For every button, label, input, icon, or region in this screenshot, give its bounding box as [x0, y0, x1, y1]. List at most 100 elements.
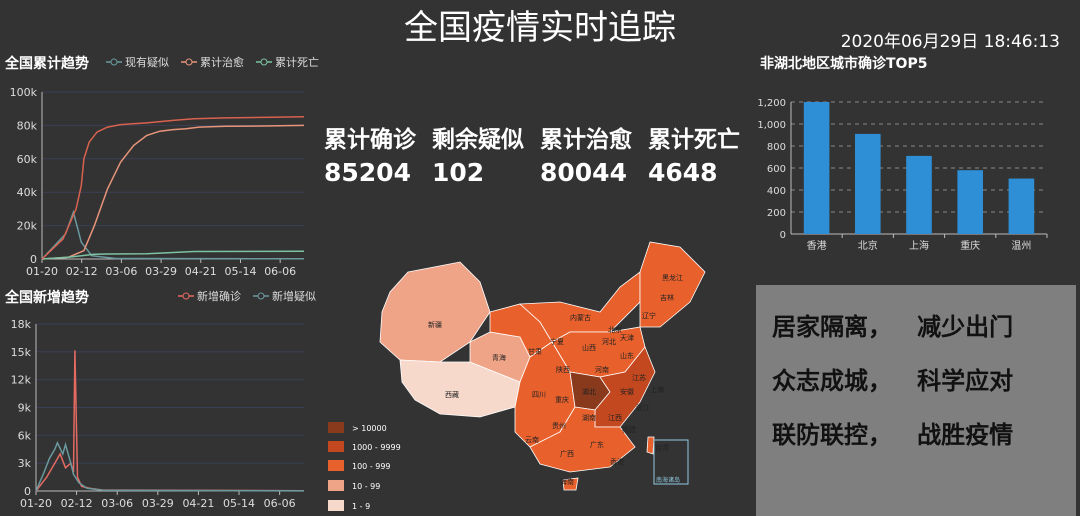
- y-tick-label: 600: [767, 164, 786, 175]
- x-tick-label: 03-06: [105, 265, 137, 278]
- bar[interactable]: [855, 133, 881, 234]
- new-trend-chart[interactable]: 03k6k9k12k15k18k01-20 02-12 03-06 03-29 04-2…: [0, 308, 320, 516]
- datetime-display: 2020年06月29日 18:46:13: [840, 32, 1060, 52]
- cumulative-trend-title: 全国累计趋势: [5, 56, 89, 72]
- map-legend[interactable]: > 10000 1000 - 9999 100 - 999 10 - 99 1 …: [328, 422, 401, 511]
- cumulative-trend-chart[interactable]: 020k40k60k80k100k01-20 02-12 03-06 03-29 04-…: [0, 74, 320, 278]
- legend-swatch[interactable]: [328, 460, 344, 471]
- y-tick-label: 12k: [11, 374, 32, 387]
- map-label: 宁夏: [550, 337, 564, 346]
- legend-label: 新增确诊: [197, 290, 241, 303]
- map-label: 吉林: [660, 293, 674, 302]
- bar[interactable]: [957, 170, 983, 234]
- y-tick-label: 400: [767, 186, 786, 197]
- map-label: 江苏: [632, 373, 646, 382]
- stat-value-confirmed: 85204: [324, 158, 411, 187]
- y-tick-label: 1,200: [757, 98, 786, 109]
- series-line[interactable]: [41, 115, 305, 260]
- map-label: 辽宁: [642, 311, 656, 320]
- map-label: 甘肃: [528, 347, 542, 356]
- bar[interactable]: [803, 102, 830, 234]
- legend-label: 1 - 9: [352, 502, 370, 511]
- map-label: 福建: [622, 425, 636, 434]
- legend-line-icon: [253, 292, 269, 300]
- y-tick-label: 18k: [11, 318, 32, 331]
- legend-item-cured[interactable]: 累计治愈: [181, 54, 244, 70]
- map-label: 新疆: [428, 320, 442, 329]
- y-tick-label: 1,000: [757, 120, 786, 131]
- x-tick-label: 05-14: [225, 265, 257, 278]
- new-trend-panel: 全国新增趋势 新增确诊 新增疑似 0 3k 6k 9k 12k 15k 18k 01-20 02…: [0, 286, 320, 516]
- map-label: 广西: [560, 449, 574, 458]
- legend-swatch[interactable]: [328, 480, 344, 491]
- legend-label: 现有疑似: [125, 56, 169, 69]
- map-label: 湖北: [582, 387, 596, 396]
- map-label: 云南: [525, 435, 539, 444]
- legend-item-deaths[interactable]: 累计死亡: [256, 54, 319, 70]
- map-label: 陕西: [556, 365, 570, 374]
- x-tick-label: 02-12: [66, 265, 98, 278]
- legend-swatch[interactable]: [328, 422, 344, 433]
- y-tick-label: 20k: [17, 220, 38, 233]
- y-tick-label: 60k: [17, 153, 38, 166]
- x-tick-label: 03-29: [145, 265, 177, 278]
- y-tick-label: 0: [780, 230, 786, 241]
- top5-panel: 非湖北地区城市确诊TOP5 0 200 400 600 800 1,000 1,200 香港 北…: [755, 52, 1075, 262]
- x-tick-label: 温州: [1011, 240, 1031, 252]
- top5-title: 非湖北地区城市确诊TOP5: [760, 56, 928, 72]
- map-label: 四川: [532, 391, 546, 399]
- map-label: 河南: [595, 365, 609, 374]
- stats-summary: 累计确诊 剩余疑似 累计治愈 累计死亡 85204 102 80044 4648: [324, 120, 756, 187]
- map-label: 台湾: [655, 443, 669, 452]
- x-tick-label: 04-21: [185, 265, 217, 278]
- stat-label-suspected: 剩余疑似: [432, 127, 524, 153]
- map-region-taiwan[interactable]: [646, 436, 655, 455]
- stat-label-cured: 累计治愈: [540, 127, 632, 153]
- y-tick-label: 6k: [18, 429, 32, 442]
- legend-item-new-confirmed[interactable]: 新增确诊: [178, 288, 241, 304]
- legend-label: 1000 - 9999: [352, 443, 401, 452]
- slogan-panel: 居家隔离， 减少出门 众志成城， 科学应对 联防联控， 战胜疫情: [756, 285, 1076, 516]
- cumulative-trend-legend[interactable]: 现有疑似 累计治愈 累计死亡: [98, 54, 319, 70]
- x-tick-label: 05-14: [223, 497, 255, 510]
- map-label: 安徽: [620, 387, 634, 396]
- cumulative-trend-panel: 全国累计趋势 现有疑似 累计治愈 累计死亡 0 20k 40k 60k 80k 100k 0…: [0, 52, 320, 278]
- legend-item-suspected[interactable]: 现有疑似: [106, 54, 169, 70]
- slogan-line: 居家隔离， 减少出门: [772, 313, 1014, 341]
- new-trend-legend[interactable]: 新增确诊 新增疑似: [170, 288, 316, 304]
- x-tick-label: 北京: [858, 239, 878, 252]
- y-tick-label: 9k: [18, 402, 32, 415]
- stat-label-confirmed: 累计确诊: [324, 127, 416, 153]
- top5-bar-chart[interactable]: 0 200 400 600 800 1,000 1,200 香港 北京 上海 重庆 温州: [755, 82, 1075, 262]
- x-tick-label: 01-20: [26, 265, 58, 278]
- legend-item-new-suspected[interactable]: 新增疑似: [253, 288, 316, 304]
- legend-swatch[interactable]: [328, 500, 344, 511]
- legend-line-icon: [256, 58, 272, 66]
- y-tick-label: 40k: [17, 186, 38, 199]
- x-tick-label: 01-20: [20, 497, 52, 510]
- legend-label: 新增疑似: [272, 290, 316, 303]
- map-label-south-china-sea: 南海诸岛: [656, 476, 680, 484]
- map-label: 江西: [608, 414, 622, 422]
- china-map[interactable]: 新疆 西藏 青海 甘肃 内蒙古 黑龙江 吉林 辽宁 宁夏 山西 河北 北京 天津…: [320, 232, 740, 514]
- x-tick-label: 重庆: [960, 239, 980, 252]
- map-label: 海南: [560, 477, 574, 486]
- bar[interactable]: [1008, 178, 1035, 234]
- stat-value-cured: 80044: [540, 158, 627, 187]
- stat-value-suspected: 102: [432, 158, 485, 187]
- map-label: 河北: [602, 338, 616, 346]
- map-label: 香港: [610, 457, 624, 466]
- map-label: 浙江: [636, 403, 650, 412]
- x-tick-label: 06-06: [264, 265, 296, 278]
- series-line[interactable]: [35, 350, 305, 492]
- x-tick-label: 03-06: [101, 497, 133, 510]
- x-tick-label: 06-06: [264, 497, 296, 510]
- legend-label: > 10000: [352, 424, 387, 433]
- legend-label: 累计治愈: [200, 56, 244, 69]
- map-label: 青海: [492, 353, 506, 362]
- map-label: 广东: [590, 440, 604, 449]
- legend-swatch[interactable]: [328, 441, 344, 452]
- bar[interactable]: [906, 155, 932, 234]
- new-trend-title: 全国新增趋势: [5, 290, 89, 306]
- stat-label-deaths: 累计死亡: [648, 127, 740, 153]
